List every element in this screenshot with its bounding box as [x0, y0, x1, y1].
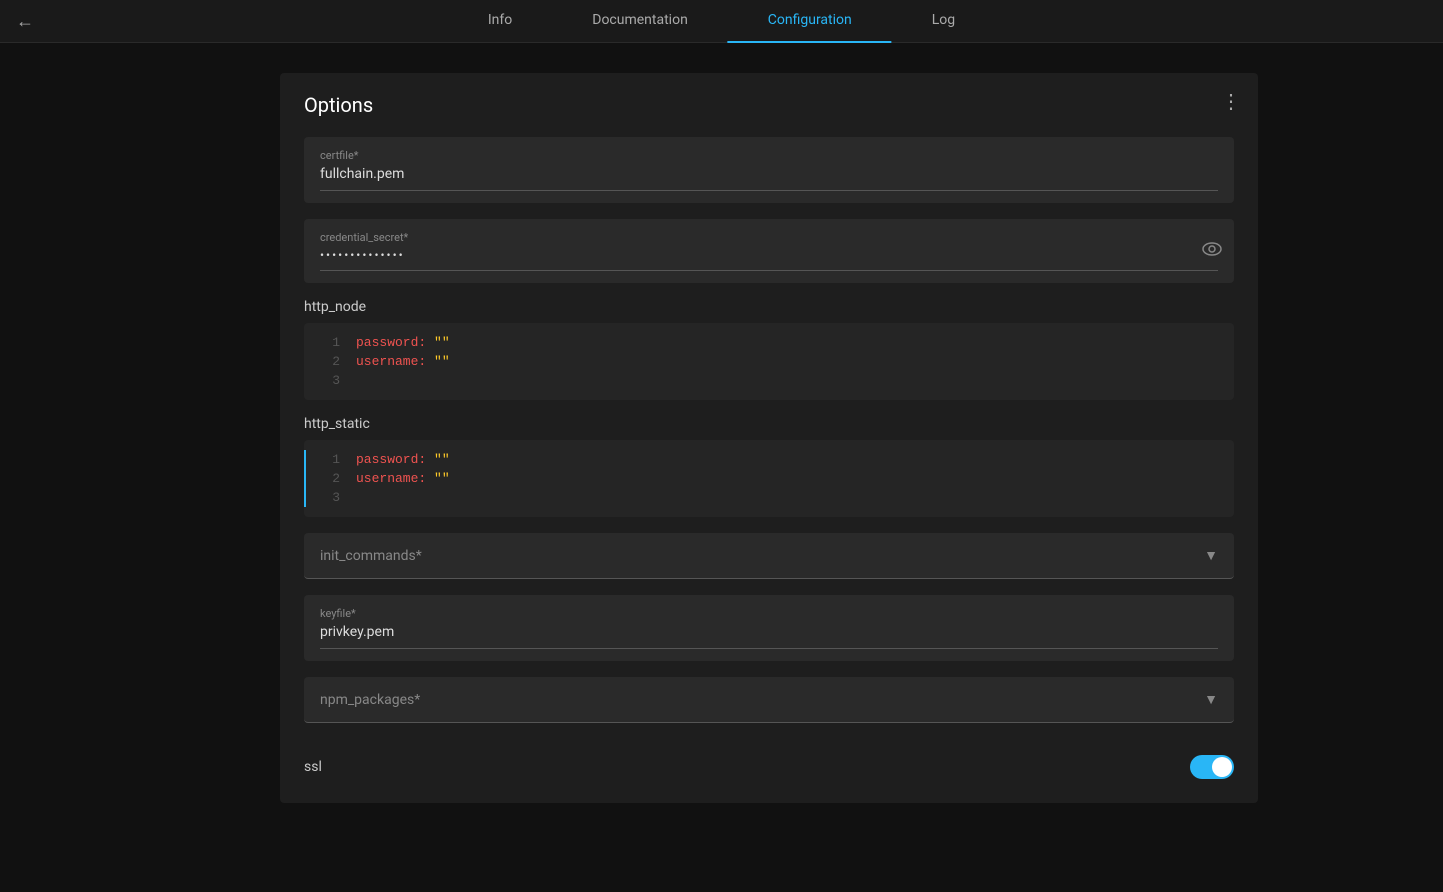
static-code-val-2: "" [434, 471, 450, 486]
npm-packages-arrow-icon: ▼ [1204, 691, 1218, 708]
static-line-num-1: 1 [316, 452, 340, 467]
credential-secret-value: •••••••••••••• [320, 248, 1218, 262]
static-line-num-3: 3 [316, 490, 340, 505]
npm-packages-field[interactable]: npm_packages* ▼ [304, 677, 1234, 723]
tab-configuration[interactable]: Configuration [728, 0, 892, 43]
keyfile-field[interactable]: keyfile* privkey.pem [304, 595, 1234, 661]
credential-secret-field[interactable]: credential_secret* •••••••••••••• [304, 219, 1234, 283]
keyfile-value: privkey.pem [320, 624, 1218, 640]
npm-packages-label: npm_packages* [320, 692, 420, 708]
tab-documentation[interactable]: Documentation [552, 0, 728, 43]
credential-secret-underline [320, 270, 1218, 271]
options-panel: Options ⋮ certfile* fullchain.pem creden… [280, 73, 1258, 803]
line-num-1: 1 [316, 335, 340, 350]
ssl-row: ssl [304, 739, 1234, 783]
ssl-toggle[interactable] [1190, 755, 1234, 779]
main-content: Options ⋮ certfile* fullchain.pem creden… [0, 43, 1443, 892]
back-button[interactable]: ← [0, 11, 50, 32]
nav-tabs: Info Documentation Configuration Log [448, 0, 995, 43]
http-static-line-3: 3 [304, 488, 1234, 507]
code-key-1: password: [356, 335, 426, 350]
tab-info[interactable]: Info [448, 0, 552, 43]
http-node-code[interactable]: 1 password: "" 2 username: "" 3 [304, 323, 1234, 400]
static-code-val-1: "" [434, 452, 450, 467]
init-commands-arrow-icon: ▼ [1204, 547, 1218, 564]
static-line-num-2: 2 [316, 471, 340, 486]
http-static-line-1: 1 password: "" [304, 450, 1234, 469]
static-code-key-1: password: [356, 452, 426, 467]
code-key-2: username: [356, 354, 426, 369]
ssl-toggle-knob [1212, 757, 1232, 777]
code-val-2: "" [434, 354, 450, 369]
panel-title: Options [304, 93, 1234, 117]
line-num-3: 3 [316, 373, 340, 388]
http-static-code[interactable]: 1 password: "" 2 username: "" 3 [304, 440, 1234, 517]
credential-secret-label: credential_secret* [320, 231, 1218, 244]
toggle-password-icon[interactable] [1202, 241, 1222, 261]
options-menu-button[interactable]: ⋮ [1221, 89, 1242, 114]
init-commands-field[interactable]: init_commands* ▼ [304, 533, 1234, 579]
ssl-label: ssl [304, 759, 322, 775]
http-static-line-2: 2 username: "" [304, 469, 1234, 488]
http-static-label: http_static [304, 416, 1234, 432]
certfile-underline [320, 190, 1218, 191]
code-val-1: "" [434, 335, 450, 350]
certfile-label: certfile* [320, 149, 1218, 162]
certfile-value: fullchain.pem [320, 166, 1218, 182]
http-node-line-1: 1 password: "" [304, 333, 1234, 352]
static-code-key-2: username: [356, 471, 426, 486]
top-nav: ← Info Documentation Configuration Log [0, 0, 1443, 43]
init-commands-label: init_commands* [320, 548, 422, 564]
http-node-line-2: 2 username: "" [304, 352, 1234, 371]
certfile-field[interactable]: certfile* fullchain.pem [304, 137, 1234, 203]
line-num-2: 2 [316, 354, 340, 369]
tab-log[interactable]: Log [892, 0, 995, 43]
keyfile-label: keyfile* [320, 607, 1218, 620]
http-node-label: http_node [304, 299, 1234, 315]
keyfile-underline [320, 648, 1218, 649]
http-node-line-3: 3 [304, 371, 1234, 390]
